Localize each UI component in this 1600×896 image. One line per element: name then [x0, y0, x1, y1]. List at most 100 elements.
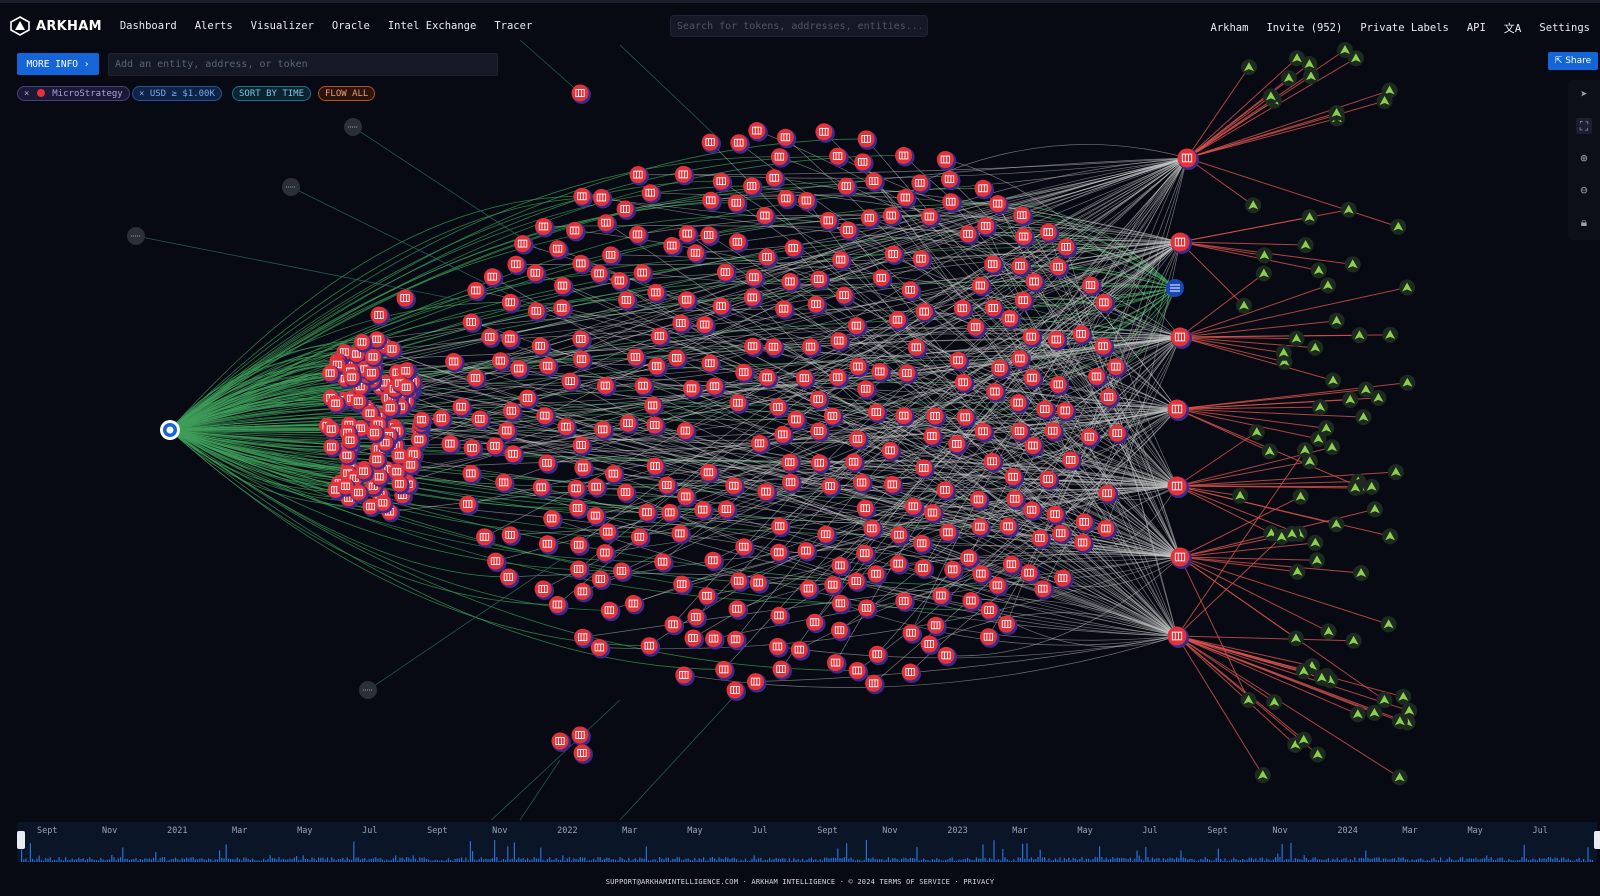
green-arrow-icon[interactable]: [1301, 209, 1318, 226]
green-arrow-icon[interactable]: [1236, 297, 1252, 314]
green-arrow-icon[interactable]: [1241, 59, 1257, 76]
microstrategy-hub-node[interactable]: [1167, 626, 1190, 649]
microstrategy-node[interactable]: [647, 283, 667, 304]
microstrategy-node[interactable]: [573, 187, 593, 208]
fit-view-icon[interactable]: ⛶: [1576, 118, 1592, 134]
green-arrow-icon[interactable]: [1266, 694, 1283, 711]
microstrategy-node[interactable]: [932, 587, 953, 607]
microstrategy-node[interactable]: [1056, 402, 1077, 422]
nav-visualizer[interactable]: Visualizer: [251, 20, 314, 32]
microstrategy-node[interactable]: [728, 600, 749, 620]
microstrategy-node[interactable]: [694, 501, 714, 521]
microstrategy-node[interactable]: [769, 638, 789, 658]
green-arrow-icon[interactable]: [1353, 565, 1370, 581]
green-arrow-icon[interactable]: [1376, 93, 1393, 109]
microstrategy-node[interactable]: [574, 628, 594, 649]
microstrategy-node[interactable]: [743, 177, 763, 198]
exchange-ring-icon[interactable]: [160, 420, 180, 440]
timeline-start-handle[interactable]: [17, 831, 25, 849]
microstrategy-node[interactable]: [915, 459, 935, 479]
green-arrow-icon[interactable]: [1248, 424, 1265, 441]
microstrategy-node[interactable]: [573, 744, 594, 765]
nav-dashboard[interactable]: Dashboard: [120, 20, 177, 32]
green-arrow-icon[interactable]: [1382, 326, 1399, 343]
green-arrow-icon[interactable]: [1288, 330, 1305, 347]
brand[interactable]: ARKHAM: [10, 16, 102, 36]
microstrategy-node[interactable]: [765, 169, 786, 189]
microstrategy-node[interactable]: [499, 568, 520, 589]
green-arrow-icon[interactable]: [1351, 327, 1368, 344]
microstrategy-node[interactable]: [569, 499, 589, 520]
lock-icon[interactable]: 🔒︎: [1576, 214, 1592, 230]
microstrategy-node[interactable]: [1054, 569, 1074, 590]
microstrategy-node[interactable]: [700, 226, 720, 247]
microstrategy-node[interactable]: [624, 595, 645, 615]
microstrategy-node[interactable]: [837, 177, 858, 198]
microstrategy-node[interactable]: [650, 327, 671, 348]
green-arrow-icon[interactable]: [1363, 478, 1380, 495]
microstrategy-node[interactable]: [895, 147, 915, 167]
green-arrow-icon[interactable]: [1232, 487, 1249, 504]
microstrategy-node[interactable]: [715, 660, 735, 681]
microstrategy-node[interactable]: [944, 560, 964, 581]
microstrategy-node[interactable]: [526, 264, 547, 284]
microstrategy-node[interactable]: [781, 273, 801, 293]
microstrategy-node[interactable]: [770, 148, 791, 168]
microstrategy-node[interactable]: [432, 409, 453, 430]
microstrategy-node[interactable]: [613, 562, 633, 582]
microstrategy-node[interactable]: [600, 601, 621, 622]
microstrategy-node[interactable]: [597, 214, 617, 234]
exchange-grid-icon[interactable]: [1166, 279, 1184, 297]
nav-api[interactable]: API: [1467, 22, 1486, 34]
microstrategy-node[interactable]: [980, 601, 1001, 622]
microstrategy-node[interactable]: [531, 337, 552, 357]
microstrategy-node[interactable]: [895, 592, 915, 613]
microstrategy-node[interactable]: [913, 534, 933, 555]
green-arrow-icon[interactable]: [1345, 632, 1362, 649]
green-arrow-icon[interactable]: [1284, 525, 1300, 542]
microstrategy-node[interactable]: [599, 523, 619, 543]
microstrategy-node[interactable]: [698, 587, 718, 607]
microstrategy-node[interactable]: [572, 330, 592, 351]
green-arrow-icon[interactable]: [1370, 389, 1387, 406]
microstrategy-node[interactable]: [676, 422, 697, 442]
microstrategy-node[interactable]: [1011, 257, 1032, 277]
microstrategy-node[interactable]: [672, 314, 692, 335]
microstrategy-node[interactable]: [536, 407, 556, 427]
microstrategy-node[interactable]: [573, 582, 594, 603]
green-arrow-icon[interactable]: [1382, 528, 1399, 545]
microstrategy-node[interactable]: [772, 660, 793, 681]
unlabeled-address-node[interactable]: [344, 118, 362, 136]
microstrategy-node[interactable]: [726, 681, 747, 702]
microstrategy-node[interactable]: [765, 338, 785, 358]
green-arrow-icon[interactable]: [1307, 339, 1324, 356]
green-arrow-icon[interactable]: [1347, 479, 1364, 496]
microstrategy-node[interactable]: [534, 580, 555, 601]
microstrategy-node[interactable]: [678, 291, 698, 311]
microstrategy-node[interactable]: [962, 592, 983, 612]
microstrategy-node[interactable]: [483, 268, 504, 288]
green-arrow-icon[interactable]: [1355, 409, 1372, 426]
microstrategy-node[interactable]: [858, 599, 878, 619]
microstrategy-node[interactable]: [790, 641, 811, 661]
green-arrow-icon[interactable]: [1387, 464, 1404, 481]
translate-icon[interactable]: 文A: [1504, 20, 1522, 36]
microstrategy-node[interactable]: [481, 328, 501, 348]
microstrategy-node[interactable]: [684, 629, 705, 650]
add-entity-input[interactable]: [108, 53, 498, 76]
microstrategy-node[interactable]: [1004, 468, 1025, 488]
microstrategy-node[interactable]: [927, 616, 947, 637]
microstrategy-node[interactable]: [587, 507, 607, 527]
microstrategy-node[interactable]: [1080, 428, 1101, 448]
microstrategy-node[interactable]: [799, 580, 820, 600]
green-arrow-icon[interactable]: [1366, 501, 1383, 518]
microstrategy-node[interactable]: [911, 174, 931, 194]
microstrategy-node[interactable]: [776, 128, 797, 149]
green-arrow-icon[interactable]: [1289, 563, 1306, 580]
microstrategy-node[interactable]: [920, 635, 941, 656]
zoom-in-icon[interactable]: ⊕: [1576, 150, 1592, 166]
microstrategy-node[interactable]: [574, 459, 594, 479]
microstrategy-node[interactable]: [592, 189, 613, 209]
microstrategy-node[interactable]: [701, 133, 722, 154]
microstrategy-node[interactable]: [687, 608, 707, 629]
